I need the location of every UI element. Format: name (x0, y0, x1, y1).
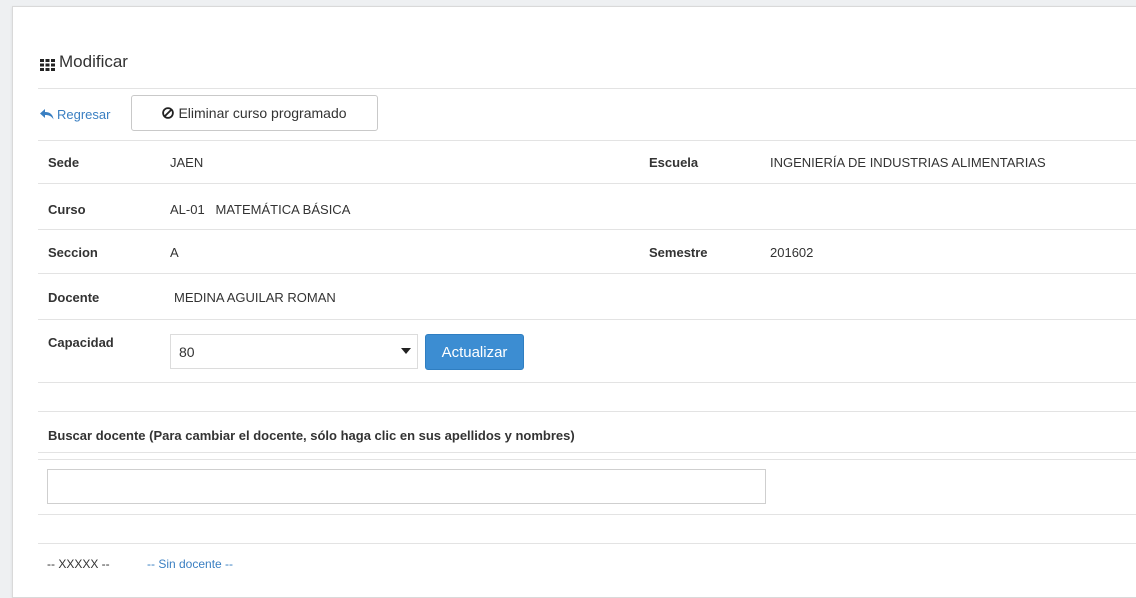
back-link-label: Regresar (57, 107, 111, 122)
grid-icon (40, 56, 55, 71)
divider (38, 452, 1136, 453)
escuela-label: Escuela (649, 155, 699, 170)
no-teacher-link[interactable]: -- Sin docente -- (147, 557, 233, 571)
back-link[interactable]: Regresar (40, 107, 110, 122)
caret-down-icon (401, 348, 411, 354)
escuela-value: INGENIERÍA DE INDUSTRIAS ALIMENTARIAS (770, 155, 1046, 170)
delete-course-label: Eliminar curso programado (178, 105, 347, 121)
docente-value: MEDINA AGUILAR ROMAN (174, 290, 336, 305)
sede-value: JAEN (170, 155, 204, 170)
divider (38, 514, 1136, 515)
sede-label: Sede (48, 155, 80, 170)
search-teacher-label: Buscar docente (Para cambiar el docente,… (48, 428, 575, 443)
search-teacher-input[interactable] (47, 469, 766, 504)
capacidad-select[interactable]: 80 (170, 334, 418, 369)
divider (38, 411, 1136, 412)
semestre-label: Semestre (649, 245, 708, 260)
curso-label: Curso (48, 202, 86, 217)
divider (38, 273, 1136, 274)
divider (38, 88, 1136, 89)
divider (38, 229, 1136, 230)
seccion-value: A (170, 245, 179, 260)
divider (38, 183, 1136, 184)
capacidad-selected-value: 80 (179, 343, 195, 360)
reply-icon (40, 109, 54, 120)
divider (38, 459, 1136, 460)
curso-value: AL-01 MATEMÁTICA BÁSICA (170, 202, 351, 217)
divider (38, 319, 1136, 320)
divider (38, 140, 1136, 141)
panel-heading: Modificar (40, 52, 128, 72)
update-label: Actualizar (441, 343, 508, 361)
docente-label: Docente (48, 290, 100, 305)
capacidad-label: Capacidad (48, 335, 114, 350)
delete-course-button[interactable]: Eliminar curso programado (131, 95, 378, 131)
page-title: Modificar (59, 52, 128, 71)
ban-icon (162, 107, 175, 119)
divider (38, 543, 1136, 544)
seccion-label: Seccion (48, 245, 98, 260)
update-capacity-button[interactable]: Actualizar (425, 334, 524, 370)
semestre-value: 201602 (770, 245, 814, 260)
divider (38, 382, 1136, 383)
result-code: -- XXXXX -- (47, 557, 110, 571)
